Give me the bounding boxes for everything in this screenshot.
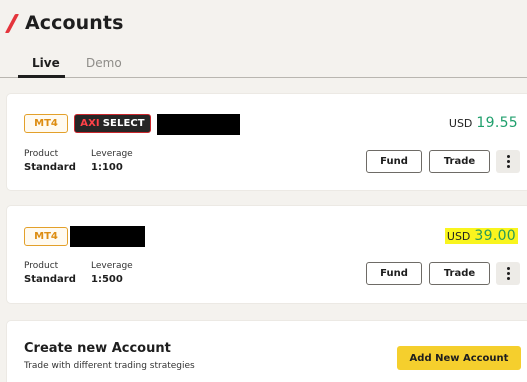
- page-header: Accounts: [6, 10, 124, 36]
- balance-amount: 39.00: [474, 228, 516, 244]
- account-card: MT4 AXI SELECT USD 19.55 Product Standar…: [6, 93, 527, 191]
- leverage-value: 1:100: [91, 162, 123, 173]
- product-value: Standard: [24, 274, 76, 285]
- account-balance: USD 19.55: [449, 115, 518, 131]
- redacted-account-number: [157, 114, 240, 135]
- product-label: Product: [24, 261, 59, 271]
- trade-button[interactable]: Trade: [429, 150, 490, 173]
- slash-logo-icon: [6, 12, 18, 34]
- more-options-icon[interactable]: [496, 150, 520, 173]
- tier-badge: AXI SELECT: [74, 114, 151, 133]
- leverage-label: Leverage: [91, 261, 133, 271]
- leverage-value: 1:500: [91, 274, 123, 285]
- fund-button[interactable]: Fund: [366, 262, 422, 285]
- active-tab-indicator: [18, 75, 65, 78]
- tier-badge-name: SELECT: [102, 118, 145, 129]
- redacted-account-number: [70, 226, 145, 247]
- balance-amount: 19.55: [476, 115, 518, 131]
- balance-currency: USD: [448, 117, 473, 130]
- tab-demo[interactable]: Demo: [86, 56, 122, 70]
- account-tabs: Live Demo: [0, 52, 527, 78]
- page-title: Accounts: [25, 12, 124, 34]
- product-label: Product: [24, 149, 59, 159]
- more-options-icon[interactable]: [496, 262, 520, 285]
- fund-button[interactable]: Fund: [366, 150, 422, 173]
- trade-button[interactable]: Trade: [429, 262, 490, 285]
- create-account-title: Create new Account: [24, 341, 171, 356]
- platform-tag: MT4: [24, 114, 68, 133]
- tab-live[interactable]: Live: [32, 56, 60, 70]
- product-value: Standard: [24, 162, 76, 173]
- account-card: MT4 USD 39.00 Product Standard Leverage …: [6, 205, 527, 304]
- account-balance: USD 39.00: [444, 228, 518, 244]
- balance-currency: USD: [446, 230, 471, 243]
- leverage-label: Leverage: [91, 149, 133, 159]
- add-new-account-button[interactable]: Add New Account: [397, 346, 521, 370]
- platform-tag: MT4: [24, 227, 68, 246]
- tier-badge-prefix: AXI: [80, 118, 100, 129]
- create-account-subtitle: Trade with different trading strategies: [24, 361, 195, 371]
- create-account-card: Create new Account Trade with different …: [6, 320, 527, 382]
